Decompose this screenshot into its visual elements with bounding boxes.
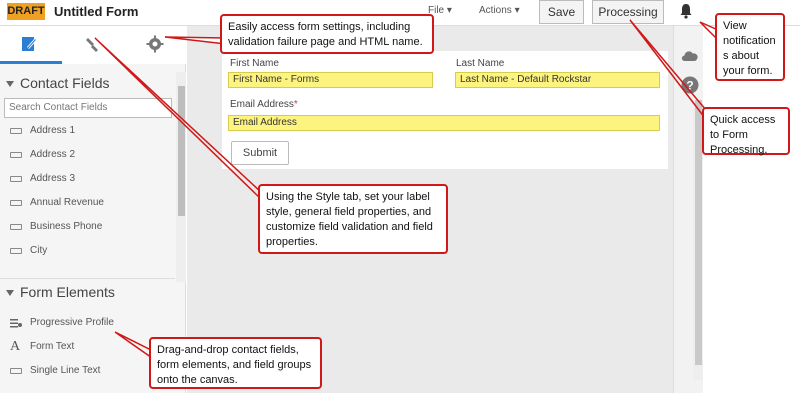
processing-button[interactable]: Processing <box>592 0 664 24</box>
collapse-icon <box>6 81 14 88</box>
contact-field-item[interactable]: Annual Revenue <box>0 192 172 214</box>
panel-tabs <box>0 26 186 64</box>
contact-field-item[interactable]: City <box>0 240 172 262</box>
svg-text:?: ? <box>686 79 693 93</box>
last-name-label: Last Name <box>456 58 505 69</box>
settings-callout: Easily access form settings, including v… <box>220 14 434 54</box>
contact-field-item[interactable]: Address 3 <box>0 168 172 190</box>
style-callout: Using the Style tab, set your label styl… <box>258 184 448 254</box>
form-text-icon: A <box>10 339 21 354</box>
contact-fields-search-input[interactable]: Search Contact Fields <box>4 98 172 118</box>
gear-icon <box>146 35 164 53</box>
collapse-icon <box>6 290 14 297</box>
canvas-scroll-thumb[interactable] <box>695 100 702 365</box>
draft-badge: DRAFT <box>7 3 45 20</box>
field-icon <box>10 248 22 254</box>
last-name-field[interactable]: Last Name - Default Rockstar <box>455 72 660 88</box>
first-name-label: First Name <box>230 58 279 69</box>
notifications-callout: View notification s about your form. <box>715 13 785 81</box>
contact-field-item[interactable]: Address 2 <box>0 144 172 166</box>
field-icon <box>10 224 22 230</box>
paintbrush-icon <box>86 38 98 52</box>
left-panel-scroll-thumb[interactable] <box>178 86 185 216</box>
actions-menu[interactable]: Actions ▾ <box>479 5 520 16</box>
processing-callout: Quick access to Form Processing. <box>702 107 790 156</box>
contact-field-item[interactable]: Address 1 <box>0 120 172 142</box>
drag-drop-callout: Drag-and-drop contact fields, form eleme… <box>149 337 322 389</box>
cloud-icon[interactable] <box>680 48 700 62</box>
field-icon <box>10 368 22 374</box>
form-element-item[interactable]: A Form Text <box>0 336 172 358</box>
save-button[interactable]: Save <box>539 0 584 24</box>
email-label: Email Address* <box>230 99 298 110</box>
tab-settings[interactable] <box>124 26 186 64</box>
required-mark: * <box>293 99 298 110</box>
form-element-item[interactable]: Progressive Profile <box>0 312 172 334</box>
contact-field-item[interactable]: Business Phone <box>0 216 172 238</box>
form-elements-heading[interactable]: Form Elements <box>0 278 175 304</box>
field-icon <box>10 200 22 206</box>
field-icon <box>10 176 22 182</box>
field-icon <box>10 128 22 134</box>
form-title[interactable]: Untitled Form <box>54 4 139 19</box>
email-field[interactable]: Email Address <box>228 115 660 131</box>
form-element-item[interactable]: Single Line Text <box>0 360 172 382</box>
contact-fields-heading[interactable]: Contact Fields <box>0 70 175 96</box>
progressive-profile-icon <box>10 319 22 328</box>
pencil-icon <box>22 37 37 51</box>
submit-button[interactable]: Submit <box>231 141 289 165</box>
tab-style[interactable] <box>62 26 124 64</box>
help-icon[interactable]: ? <box>681 76 699 94</box>
bell-icon[interactable] <box>679 3 693 19</box>
first-name-field[interactable]: First Name - Forms <box>228 72 433 88</box>
tab-fields[interactable] <box>0 26 62 64</box>
field-icon <box>10 152 22 158</box>
